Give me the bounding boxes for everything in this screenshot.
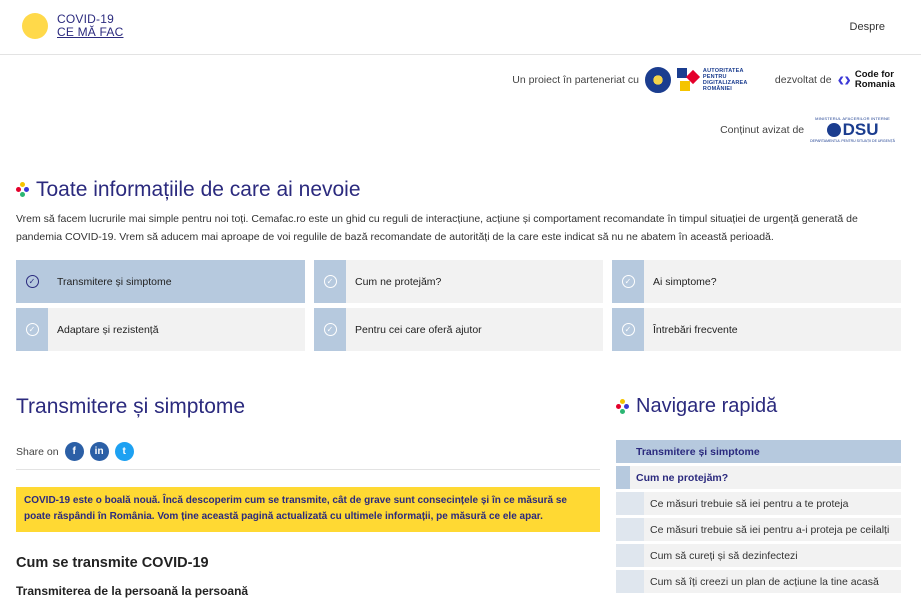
code-for-romania-logo[interactable]: ‹› Code for Romania (837, 69, 895, 91)
quick-nav-label: Cum ne protejăm? (636, 471, 729, 484)
topic-label: Transmitere și simptome (57, 275, 172, 288)
site-header: COVID-19 CE MĂ FAC Despre (0, 0, 921, 55)
share-label: Share on (16, 445, 59, 458)
quick-nav-list: Transmitere și simptome Cum ne protejăm?… (616, 440, 901, 596)
adr-text: AUTORITATEA PENTRU DIGITALIZAREA ROMÂNIE… (702, 68, 748, 92)
notice-banner: COVID-19 este o boală nouă. Încă descope… (16, 487, 600, 532)
topic-label: Pentru cei care oferă ajutor (355, 323, 482, 336)
colored-dots-icon (616, 398, 630, 415)
government-seal-icon[interactable] (644, 67, 671, 93)
topic-intrebari[interactable]: ✓ Întrebări frecvente (612, 308, 901, 351)
check-circle-icon: ✓ (323, 275, 337, 288)
topic-label: Întrebări frecvente (653, 323, 738, 336)
check-circle-icon: ✓ (25, 275, 39, 288)
logo-icon[interactable] (22, 13, 48, 39)
logo-line2: CE MĂ FAC (57, 25, 124, 39)
intro-paragraph: Vrem să facem lucrurile mai simple pentr… (16, 213, 858, 243)
check-circle-icon: ✓ (621, 323, 635, 336)
partnership-text: Un proiect în parteneriat cu (512, 74, 639, 86)
endorsed-text: Conținut avizat de (720, 123, 805, 136)
topic-transmitere[interactable]: ✓ Transmitere și simptome (16, 260, 305, 303)
quick-nav-item[interactable]: Ce măsuri trebuie să iei pentru a-i prot… (616, 518, 901, 541)
code-brackets-icon: ‹› (837, 69, 851, 91)
quick-nav-title-block: Navigare rapidă (616, 395, 777, 418)
quick-nav-item[interactable]: Transmitere și simptome (616, 440, 901, 463)
adr-logo[interactable]: AUTORITATEA PENTRU DIGITALIZAREA ROMÂNIE… (676, 68, 761, 92)
twitter-share-icon[interactable]: t (114, 442, 134, 461)
dsu-bottom-text: DEPARTAMENTUL PENTRU SITUAȚII DE URGENȚĂ (810, 139, 895, 143)
topic-label: Cum ne protejăm? (355, 275, 442, 288)
quick-nav-item[interactable]: Cum ne protejăm? (616, 466, 901, 489)
colored-dots-icon (16, 182, 30, 198)
check-circle-icon: ✓ (621, 275, 635, 288)
content-subheading: Transmiterea de la persoană la persoană (16, 584, 249, 598)
c4r-line2: Romania (854, 79, 895, 90)
share-bar: Share on f in t (16, 442, 134, 461)
dsu-word: DSU (842, 120, 879, 139)
endorsed-bar: Conținut avizat de MINISTERUL AFACERILOR… (720, 116, 895, 143)
quick-nav-item[interactable]: Cum să îți creezi un plan de acțiune la … (616, 570, 901, 593)
quick-nav-label: Cum să cureți și să dezinfectezi (650, 549, 798, 562)
dsu-seal-icon (826, 123, 841, 137)
quick-nav-label: Ce măsuri trebuie să iei pentru a te pro… (650, 497, 849, 510)
site-logo[interactable]: COVID-19 CE MĂ FAC (57, 13, 123, 39)
divider (16, 469, 600, 470)
check-circle-icon: ✓ (25, 323, 39, 336)
topic-protejam[interactable]: ✓ Cum ne protejăm? (314, 260, 603, 303)
main-title-block: Toate informațiile de care ai nevoie (16, 178, 361, 202)
nav-about-link[interactable]: Despre (850, 21, 885, 33)
facebook-share-icon[interactable]: f (64, 442, 84, 461)
section-title: Transmitere și simptome (16, 395, 246, 418)
topic-label: Adaptare și rezistență (57, 323, 159, 336)
adr-mark-icon (676, 68, 700, 92)
partners-bar: Un proiect în parteneriat cu AUTORITATEA… (512, 66, 895, 94)
check-circle-icon: ✓ (323, 323, 337, 336)
quick-nav-item[interactable]: Cum să cureți și să dezinfectezi (616, 544, 901, 567)
quick-nav-label: Transmitere și simptome (636, 445, 760, 458)
topic-label: Ai simptome? (653, 275, 717, 288)
page-title: Toate informațiile de care ai nevoie (36, 178, 361, 201)
content-heading: Cum se transmite COVID-19 (16, 555, 209, 571)
topic-simptome[interactable]: ✓ Ai simptome? (612, 260, 901, 303)
topic-adaptare[interactable]: ✓ Adaptare și rezistență (16, 308, 305, 351)
topic-ajutor[interactable]: ✓ Pentru cei care oferă ajutor (314, 308, 603, 351)
quick-nav-item[interactable]: Ce măsuri trebuie să iei pentru a te pro… (616, 492, 901, 515)
dsu-logo[interactable]: MINISTERUL AFACERILOR INTERNE DSU DEPART… (810, 116, 895, 143)
quick-nav-label: Ce măsuri trebuie să iei pentru a-i prot… (650, 523, 890, 536)
quick-nav-label: Cum să îți creezi un plan de acțiune la … (650, 575, 879, 588)
developed-by-text: dezvoltat de (774, 74, 832, 86)
linkedin-share-icon[interactable]: in (89, 442, 109, 461)
quick-nav-title: Navigare rapidă (636, 395, 778, 417)
